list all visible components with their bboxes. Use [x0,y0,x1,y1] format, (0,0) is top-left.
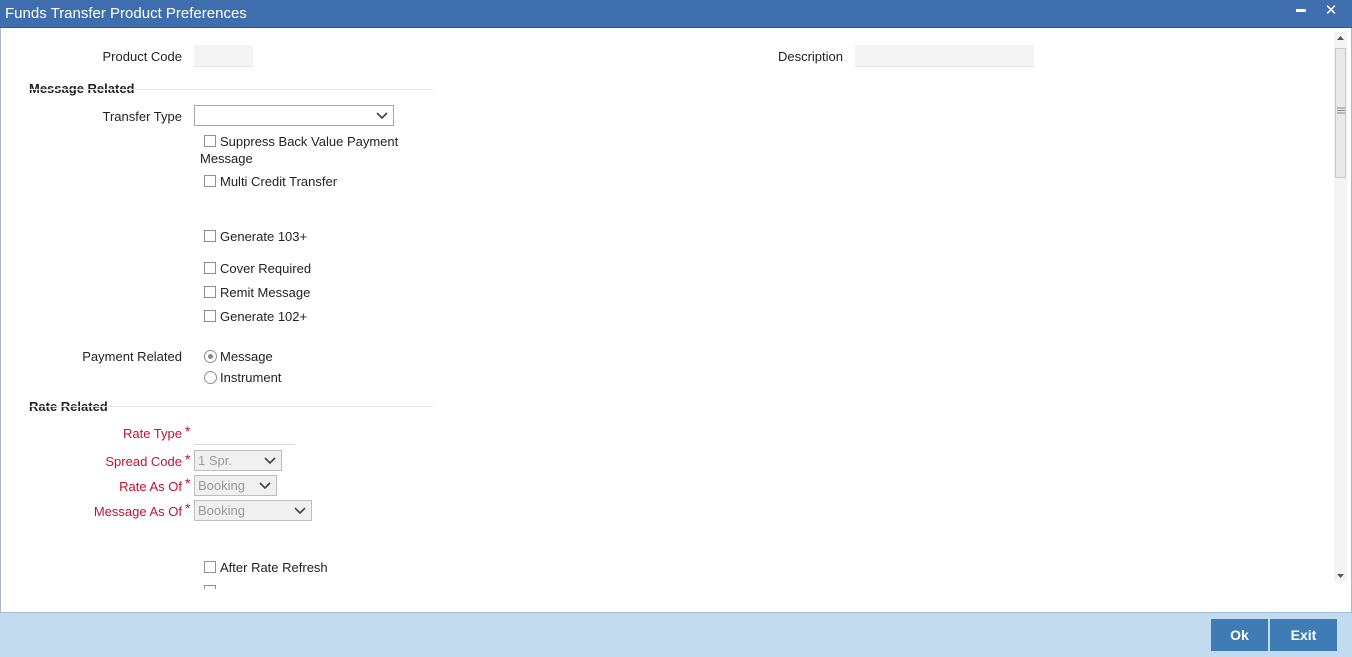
after-rate-refresh-checkbox[interactable] [204,561,216,573]
scroll-down-icon[interactable] [1336,572,1345,580]
payment-instrument-radio[interactable] [204,371,217,384]
payment-instrument-label: Instrument [220,370,282,385]
spread-code-label: Spread Code [105,454,182,469]
required-marker: * [185,423,191,439]
window-title: Funds Transfer Product Preferences [5,5,247,22]
suppress-back-value-label-2: Message [200,151,253,166]
multi-credit-transfer-label: Multi Credit Transfer [220,174,338,189]
payment-related-label: Payment Related [82,349,182,364]
title-bar: Funds Transfer Product Preferences ▬ ✕ [0,0,1352,28]
payment-message-radio[interactable] [204,350,217,363]
minimize-icon[interactable]: ▬ [1290,4,1312,26]
suppress-back-value-checkbox[interactable] [204,135,216,147]
form-content: Product Code Description Message Related… [0,28,1352,612]
rate-as-of-select[interactable]: Booking [194,475,277,496]
chevron-down-icon [294,507,306,515]
message-as-of-label: Message As Of [93,504,182,519]
generate-103plus-checkbox[interactable] [204,230,216,242]
payment-message-label: Message [220,349,273,364]
remit-message-label: Remit Message [220,285,311,300]
rate-type-field[interactable] [194,444,295,445]
chevron-down-icon [264,457,276,465]
remit-message-checkbox[interactable] [204,286,216,298]
required-marker: * [185,451,191,467]
rate-as-of-label: Rate As Of [119,479,182,494]
spread-code-select[interactable]: 1 Spr. [194,450,282,471]
generate-102plus-checkbox[interactable] [204,310,216,322]
message-as-of-select[interactable]: Booking [194,500,312,521]
generate-103plus-label: Generate 103+ [220,229,308,244]
transfer-type-label: Transfer Type [102,109,182,124]
description-label: Description [777,49,843,64]
ok-button[interactable]: Ok [1211,619,1268,651]
grip-icon [1337,107,1345,114]
close-icon[interactable]: ✕ [1320,1,1342,23]
partial-checkbox[interactable] [204,585,216,589]
cover-required-label: Cover Required [220,261,312,276]
chevron-down-icon [259,482,271,490]
scrollbar-thumb[interactable] [1335,48,1346,178]
scroll-up-icon[interactable] [1336,34,1345,42]
section-divider [29,89,433,90]
required-marker: * [185,500,191,516]
after-rate-refresh-label: After Rate Refresh [220,560,328,575]
description-field[interactable] [855,45,1034,67]
required-marker: * [185,475,191,491]
exit-button[interactable]: Exit [1270,619,1337,651]
footer-bar: Ok Exit [0,612,1352,657]
cover-required-checkbox[interactable] [204,262,216,274]
section-divider [29,406,433,407]
chevron-down-icon [376,112,388,120]
multi-credit-transfer-checkbox[interactable] [204,175,216,187]
generate-102plus-label: Generate 102+ [220,309,308,324]
transfer-type-select[interactable] [194,105,394,126]
suppress-back-value-label-1: Suppress Back Value Payment [220,134,399,149]
rate-type-label: Rate Type [122,426,182,441]
vertical-scrollbar[interactable] [1334,32,1347,582]
product-code-label: Product Code [102,49,183,64]
product-code-field[interactable] [194,45,253,67]
